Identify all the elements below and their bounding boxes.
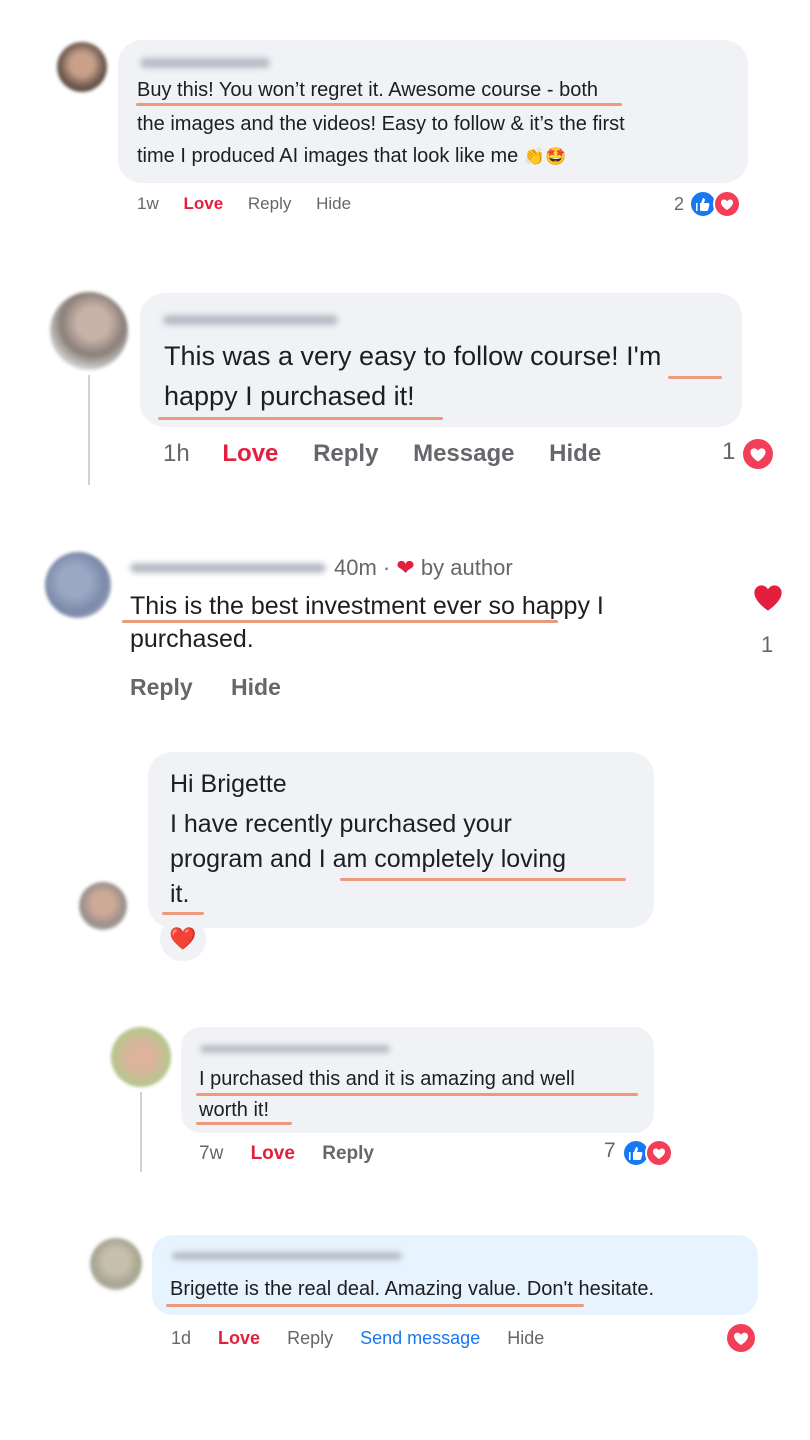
comment-text-line: Buy this! You won’t regret it. Awesome c… — [137, 79, 598, 101]
comment-meta: 40m · ❤ by author — [334, 555, 513, 581]
highlight-underline — [196, 1093, 638, 1096]
highlight-underline — [166, 1304, 584, 1307]
hide-button[interactable]: Hide — [316, 194, 351, 213]
heart-icon — [713, 190, 741, 218]
avatar[interactable] — [111, 1027, 171, 1087]
comment-text-line: This was a very easy to follow course! I… — [164, 341, 662, 371]
timestamp: 40m · — [334, 555, 397, 580]
send-message-button[interactable]: Send message — [360, 1328, 480, 1348]
reaction-badge[interactable]: ❤️ — [160, 917, 206, 961]
thread-line — [140, 1092, 142, 1172]
message-button[interactable]: Message — [413, 440, 514, 467]
commenter-name[interactable] — [130, 563, 326, 573]
hide-button[interactable]: Hide — [549, 440, 601, 467]
love-button[interactable]: Love — [183, 194, 223, 213]
highlight-underline — [136, 103, 622, 106]
reaction-count[interactable]: 7 — [604, 1139, 616, 1163]
timestamp: 1w — [137, 194, 159, 213]
comment-text-line: Hi Brigette — [170, 770, 287, 798]
comment-actions: 7w Love Reply — [199, 1143, 374, 1165]
highlight-underline — [122, 620, 558, 623]
comment-text-line: worth it! — [199, 1099, 270, 1121]
avatar[interactable] — [50, 292, 128, 370]
heart-icon — [741, 437, 775, 471]
comment-text-line: it. — [170, 880, 190, 908]
highlight-underline — [340, 878, 626, 881]
reaction-count[interactable]: 2 — [674, 194, 684, 215]
emoji: 👏🤩 — [523, 147, 567, 166]
reaction-count[interactable]: 1 — [722, 438, 735, 466]
hide-button[interactable]: Hide — [507, 1328, 544, 1348]
comment-text-line: the images and the videos! Easy to follo… — [137, 113, 625, 135]
reply-button[interactable]: Reply — [313, 440, 378, 467]
comment-actions: 1d Love Reply Send message Hide — [171, 1328, 544, 1349]
love-button[interactable]: Love — [251, 1143, 295, 1164]
highlight-underline — [196, 1122, 292, 1125]
avatar[interactable] — [57, 42, 107, 92]
heart-icon: ❤ — [396, 555, 415, 580]
comment-actions: Reply Hide — [130, 674, 281, 701]
comment-bubble — [152, 1235, 758, 1315]
thread-line — [88, 375, 90, 485]
like-count: 1 — [761, 632, 774, 657]
comment-text-line: program and I am completely loving — [170, 845, 567, 873]
reply-button[interactable]: Reply — [130, 674, 193, 700]
comment-actions: 1w Love Reply Hide — [137, 194, 351, 214]
comment-text-line: Brigette is the real deal. Amazing value… — [170, 1278, 655, 1300]
reply-button[interactable]: Reply — [322, 1143, 374, 1164]
comment-text-line: I have recently purchased your — [170, 810, 512, 838]
comment-text-line: This is the best investment ever so happ… — [130, 592, 604, 620]
comment-text-line: happy I purchased it! — [164, 381, 415, 411]
timestamp: 7w — [199, 1143, 224, 1164]
timestamp: 1h — [163, 440, 190, 467]
comment-text-line: time I produced AI images that look like… — [137, 145, 567, 167]
highlight-underline — [162, 912, 204, 915]
avatar[interactable] — [45, 552, 111, 618]
timestamp: 1d — [171, 1328, 192, 1348]
heart-icon[interactable] — [725, 1322, 757, 1354]
comment-text-line: I purchased this and it is amazing and w… — [199, 1068, 575, 1090]
commenter-name[interactable] — [163, 315, 338, 325]
love-button[interactable]: Love — [222, 440, 278, 467]
like-heart-icon[interactable] — [751, 582, 785, 612]
highlight-underline — [668, 376, 722, 379]
commenter-name[interactable] — [140, 58, 270, 68]
highlight-underline — [158, 417, 443, 420]
comment-text-line: purchased. — [130, 625, 254, 653]
avatar[interactable] — [79, 882, 127, 930]
love-button[interactable]: Love — [218, 1328, 260, 1348]
reply-button[interactable]: Reply — [248, 194, 291, 213]
hide-button[interactable]: Hide — [231, 674, 281, 700]
comment-actions: 1h Love Reply Message Hide — [163, 440, 601, 468]
reply-button[interactable]: Reply — [287, 1328, 333, 1348]
commenter-name[interactable] — [172, 1252, 402, 1260]
heart-icon — [645, 1139, 673, 1167]
commenter-name[interactable] — [200, 1045, 390, 1053]
avatar[interactable] — [90, 1238, 142, 1290]
by-author-label: by author — [420, 555, 513, 580]
heart-icon: ❤️ — [169, 926, 197, 951]
